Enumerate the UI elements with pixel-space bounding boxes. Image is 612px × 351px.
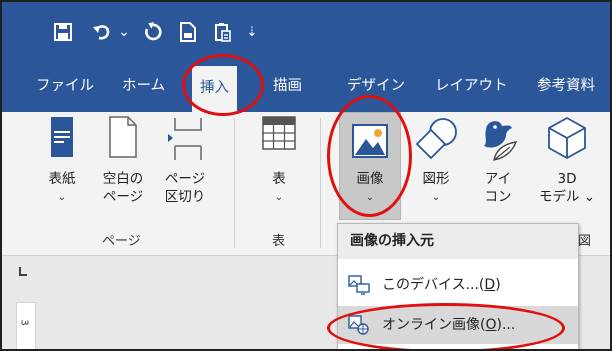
quick-access-toolbar: ⌄ ⇣ bbox=[2, 2, 610, 62]
cube-icon bbox=[547, 116, 587, 164]
icons-label-1: アイ bbox=[484, 171, 512, 187]
tab-references[interactable]: 参考資料 bbox=[537, 62, 595, 112]
blank-page-label-1: 空白の bbox=[102, 171, 144, 187]
blank-page-button[interactable]: 空白の ページ bbox=[96, 112, 150, 242]
insert-image-menu: 画像の挿入元 このデバイス...(D) オンライン画像(O)... bbox=[337, 223, 579, 349]
image-chevron-icon: ⌄ bbox=[365, 192, 375, 203]
group-label-pages: ページ bbox=[102, 234, 141, 249]
menu-item-this-device[interactable]: このデバイス...(D) bbox=[338, 266, 578, 304]
icons-icon bbox=[476, 116, 520, 166]
clipboard-icon[interactable] bbox=[212, 20, 234, 44]
blank-page-icon bbox=[108, 116, 138, 162]
device-icon bbox=[348, 275, 370, 299]
cover-page-icon bbox=[50, 116, 74, 162]
page-break-label-1: ページ bbox=[164, 171, 206, 187]
menu-item-online-images-label: オンライン画像(O)... bbox=[382, 317, 516, 333]
page-break-label-2: 区切り bbox=[164, 189, 206, 205]
image-icon bbox=[352, 124, 388, 162]
table-label: 表 bbox=[272, 171, 286, 187]
tab-insert[interactable]: 挿入 bbox=[192, 66, 237, 112]
table-chevron-icon: ⌄ bbox=[274, 192, 284, 203]
table-icon bbox=[262, 116, 296, 154]
tab-file[interactable]: ファイル bbox=[36, 62, 94, 112]
menu-item-online-images[interactable]: オンライン画像(O)... bbox=[338, 306, 578, 344]
group-label-illustrations: 図 bbox=[578, 234, 592, 249]
cover-page-chevron-icon: ⌄ bbox=[57, 192, 67, 203]
shapes-icon bbox=[413, 116, 459, 166]
group-label-table: 表 bbox=[272, 234, 286, 249]
vertical-ruler: 3 bbox=[16, 302, 36, 349]
save-icon[interactable] bbox=[52, 20, 74, 44]
table-button[interactable]: 表 ⌄ bbox=[254, 112, 304, 242]
ribbon-tabs: ファイル ホーム 挿入 描画 デザイン レイアウト 参考資料 bbox=[2, 62, 610, 112]
blank-page-label-2: ページ bbox=[102, 189, 144, 205]
new-document-icon[interactable] bbox=[177, 20, 199, 44]
page-break-button[interactable]: ページ 区切り bbox=[158, 112, 212, 242]
undo-icon[interactable] bbox=[90, 20, 114, 44]
image-label: 画像 bbox=[356, 171, 384, 187]
cover-page-button[interactable]: 表紙 ⌄ bbox=[38, 112, 86, 242]
word-window: ⌄ ⇣ ファイル ホーム 挿入 描画 デザイン レイアウト 参考資料 表紙 ⌄ bbox=[0, 0, 612, 351]
ruler-mark: 3 bbox=[18, 319, 30, 326]
group-separator-2 bbox=[320, 118, 321, 248]
3d-models-label-1: 3D bbox=[557, 171, 577, 187]
group-separator bbox=[234, 118, 235, 248]
customize-qat-icon[interactable]: ⇣ bbox=[245, 20, 259, 44]
tab-design[interactable]: デザイン bbox=[347, 62, 405, 112]
redo-icon[interactable] bbox=[142, 20, 164, 44]
tab-selector-icon[interactable] bbox=[16, 264, 30, 278]
menu-item-this-device-label: このデバイス...(D) bbox=[382, 277, 501, 293]
3d-models-label-2: モデル ⌄ bbox=[538, 189, 596, 205]
icons-label-2: コン bbox=[484, 189, 512, 205]
tab-layout[interactable]: レイアウト bbox=[435, 62, 508, 112]
tab-draw[interactable]: 描画 bbox=[273, 62, 302, 112]
shapes-chevron-icon: ⌄ bbox=[431, 192, 441, 203]
tab-home[interactable]: ホーム bbox=[122, 62, 165, 112]
shapes-label: 図形 bbox=[422, 171, 450, 187]
online-image-icon bbox=[348, 315, 370, 339]
cover-page-label: 表紙 bbox=[48, 171, 76, 187]
undo-dropdown-icon[interactable]: ⌄ bbox=[118, 20, 130, 44]
menu-header: 画像の挿入元 bbox=[338, 224, 578, 259]
page-break-icon bbox=[167, 116, 203, 164]
